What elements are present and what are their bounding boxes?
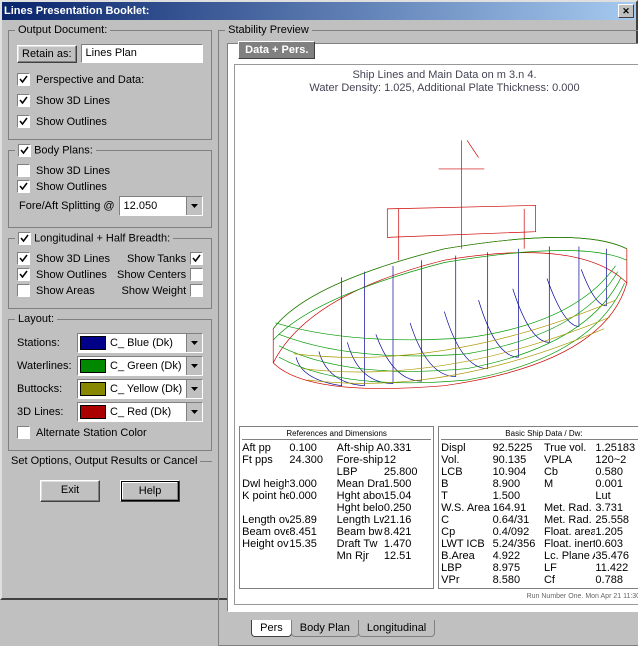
stations-label: Stations: <box>17 337 73 349</box>
preview-frame: Stability Preview Data + Pers. Ship Line… <box>218 30 638 646</box>
lhb-outlines-label: Show Outlines <box>36 269 107 281</box>
help-button[interactable]: Help <box>120 480 180 502</box>
show-weight-label: Show Weight <box>122 285 187 297</box>
references-table: References and Dimensions Aft pp0.100Aft… <box>239 426 434 589</box>
body-plans-legend: Body Plans: <box>15 144 96 157</box>
split-label: Fore/Aft Splitting @ <box>19 200 115 212</box>
preview-tabs: Pers Body Plan Longitudinal <box>227 620 638 637</box>
3d-lines-swatch <box>80 405 106 419</box>
show-areas-label: Show Areas <box>36 285 95 297</box>
lhb-outlines-checkbox[interactable] <box>17 268 30 281</box>
chevron-down-icon <box>186 403 202 421</box>
bp-outlines-checkbox[interactable] <box>17 180 30 193</box>
perspective-label: Perspective and Data: <box>36 74 144 86</box>
perspective-checkbox[interactable] <box>17 73 30 86</box>
waterlines-label: Waterlines: <box>17 360 73 372</box>
actions-legend: Set Options, Output Results or Cancel <box>8 455 200 467</box>
layout-frame: Layout: Stations: C_ Blue (Dk) Waterline… <box>8 319 212 451</box>
preview-mode-label: Data + Pers. <box>238 41 315 59</box>
retain-as-button[interactable]: Retain as: <box>17 45 77 63</box>
preview-legend: Stability Preview <box>225 24 312 36</box>
body-plans-checkbox[interactable] <box>18 144 31 157</box>
show-outlines-label: Show Outlines <box>36 116 107 128</box>
bp-show-3d-checkbox[interactable] <box>17 164 30 177</box>
longitudinal-legend: Longitudinal + Half Breadth: <box>15 232 173 245</box>
stations-combo[interactable]: C_ Blue (Dk) <box>77 333 203 353</box>
split-combo[interactable]: 12.050 <box>119 196 204 216</box>
show-tanks-label: Show Tanks <box>127 253 186 265</box>
preview-title: Ship Lines and Main Data on m 3.n 4. Wat… <box>239 69 638 95</box>
ship-data-table: Basic Ship Data / Dw: Displ92.5225True v… <box>438 426 638 589</box>
bp-show-3d-label: Show 3D Lines <box>36 165 110 177</box>
buttocks-combo[interactable]: C_ Yellow (Dk) <box>77 379 203 399</box>
exit-button[interactable]: Exit <box>40 480 100 502</box>
longitudinal-frame: Longitudinal + Half Breadth: Show 3D Lin… <box>8 238 212 309</box>
preview-area: Data + Pers. Ship Lines and Main Data on… <box>227 43 638 612</box>
longitudinal-checkbox[interactable] <box>18 232 31 245</box>
chevron-down-icon <box>186 380 202 398</box>
alternate-station-label: Alternate Station Color <box>36 427 147 439</box>
chevron-down-icon <box>186 357 202 375</box>
show-centers-checkbox[interactable] <box>190 268 203 281</box>
waterlines-swatch <box>80 359 106 373</box>
lhb-show-3d-checkbox[interactable] <box>17 252 30 265</box>
waterlines-combo[interactable]: C_ Green (Dk) <box>77 356 203 376</box>
show-outlines-checkbox[interactable] <box>17 115 30 128</box>
buttocks-label: Buttocks: <box>17 383 73 395</box>
ship-wireframe <box>239 99 638 421</box>
buttocks-swatch <box>80 382 106 396</box>
show-weight-checkbox[interactable] <box>190 284 203 297</box>
layout-legend: Layout: <box>15 313 57 325</box>
show-centers-label: Show Centers <box>117 269 186 281</box>
show-3d-lines-label: Show 3D Lines <box>36 95 110 107</box>
chevron-down-icon <box>186 334 202 352</box>
window-title: Lines Presentation Booklet: <box>4 5 618 17</box>
alternate-station-checkbox[interactable] <box>17 426 30 439</box>
dialog-window: Lines Presentation Booklet: ✕ Output Doc… <box>0 0 638 600</box>
show-tanks-checkbox[interactable] <box>190 252 203 265</box>
show-3d-lines-checkbox[interactable] <box>17 94 30 107</box>
tab-pers[interactable]: Pers <box>251 620 292 637</box>
stations-swatch <box>80 336 106 350</box>
close-button[interactable]: ✕ <box>618 4 634 18</box>
preview-footer: Run Number One. Mon Apr 21 11:30:31 <box>239 593 638 600</box>
data-tables: References and Dimensions Aft pp0.100Aft… <box>239 426 638 589</box>
retain-as-input[interactable]: Lines Plan <box>81 44 204 63</box>
body-plans-frame: Body Plans: Show 3D Lines Show Outlines … <box>8 150 212 228</box>
output-document-frame: Output Document: Retain as: Lines Plan P… <box>8 30 212 140</box>
actions-frame: Set Options, Output Results or Cancel Ex… <box>8 461 212 512</box>
chevron-down-icon <box>186 197 202 215</box>
output-document-legend: Output Document: <box>15 24 110 36</box>
tab-longitudinal[interactable]: Longitudinal <box>358 620 435 637</box>
3d-lines-label: 3D Lines: <box>17 406 73 418</box>
show-areas-checkbox[interactable] <box>17 284 30 297</box>
titlebar: Lines Presentation Booklet: ✕ <box>2 2 636 20</box>
tab-body-plan[interactable]: Body Plan <box>291 620 359 637</box>
3d-lines-combo[interactable]: C_ Red (Dk) <box>77 402 203 422</box>
bp-outlines-label: Show Outlines <box>36 181 107 193</box>
lhb-show-3d-label: Show 3D Lines <box>36 253 110 265</box>
